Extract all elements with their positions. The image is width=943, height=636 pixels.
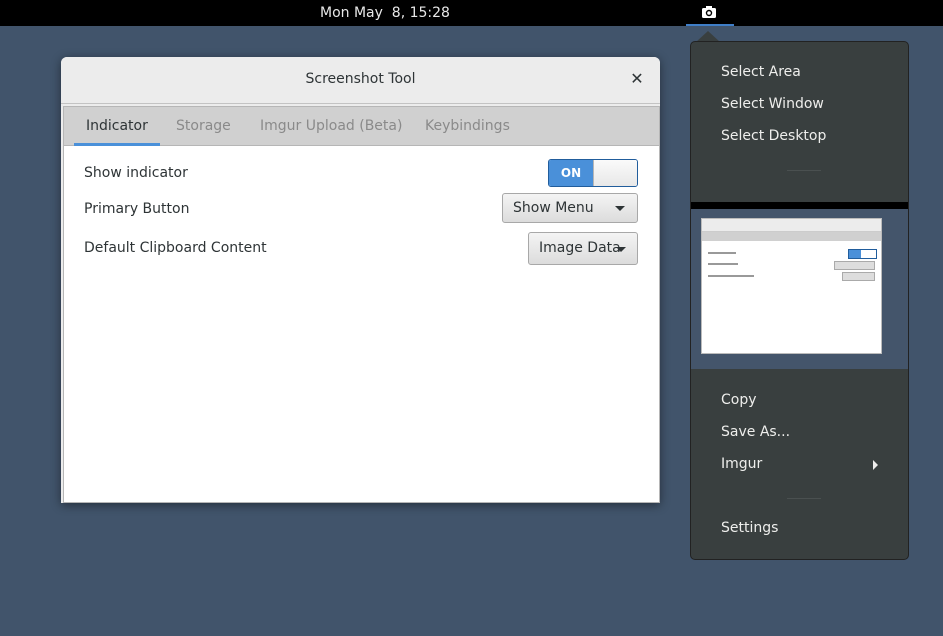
tab-indicator[interactable]: Indicator <box>74 107 160 146</box>
tab-storage[interactable]: Storage <box>164 107 243 145</box>
primary-button-label: Primary Button <box>84 201 190 217</box>
preview-title <box>702 219 881 232</box>
close-button[interactable]: ✕ <box>628 70 646 88</box>
chevron-down-icon <box>616 247 626 252</box>
menu-item-imgur[interactable]: Imgur <box>721 456 762 472</box>
submenu-arrow-icon <box>873 460 878 470</box>
menu-item-select-window[interactable]: Select Window <box>721 96 824 112</box>
preview-window-thumbnail <box>701 218 882 354</box>
menu-item-settings[interactable]: Settings <box>721 520 778 536</box>
tab-bar: Indicator Storage Imgur Upload (Beta) Ke… <box>64 107 659 146</box>
primary-button-combo[interactable]: Show Menu <box>502 193 638 223</box>
screenshot-tool-window: Screenshot Tool ✕ Indicator Storage Imgu… <box>61 57 660 503</box>
preview-switch <box>848 249 877 259</box>
window-title: Screenshot Tool <box>305 71 416 87</box>
title-bar[interactable]: Screenshot Tool ✕ <box>61 57 660 104</box>
indicator-menu: Select Area Select Window Select Desktop… <box>690 41 909 560</box>
screenshot-indicator-button[interactable] <box>686 0 734 26</box>
tab-imgur-upload[interactable]: Imgur Upload (Beta) <box>248 107 414 145</box>
menu-separator <box>787 498 821 499</box>
show-indicator-label: Show indicator <box>84 165 188 181</box>
active-indicator-underline <box>686 24 734 26</box>
primary-button-value: Show Menu <box>513 200 594 216</box>
menu-item-select-area[interactable]: Select Area <box>721 64 801 80</box>
camera-icon <box>702 6 716 18</box>
top-bar: Mon May 8, 15:28 <box>0 0 943 26</box>
tab-keybindings[interactable]: Keybindings <box>413 107 522 145</box>
preview-line <box>708 263 738 265</box>
settings-notebook: Indicator Storage Imgur Upload (Beta) Ke… <box>63 106 660 503</box>
preview-combo <box>842 272 875 281</box>
close-icon: ✕ <box>630 69 644 88</box>
menu-item-copy[interactable]: Copy <box>721 392 757 408</box>
clipboard-content-combo[interactable]: Image Data <box>528 232 638 265</box>
clipboard-content-value: Image Data <box>539 240 621 256</box>
menu-item-select-desktop[interactable]: Select Desktop <box>721 128 826 144</box>
menu-item-save-as[interactable]: Save As... <box>721 424 790 440</box>
preview-combo <box>834 261 875 270</box>
clipboard-content-label: Default Clipboard Content <box>84 240 267 256</box>
show-indicator-switch[interactable]: ON <box>548 159 638 187</box>
menu-separator <box>787 170 821 171</box>
preview-tabs <box>702 232 881 241</box>
switch-on-label: ON <box>549 160 593 186</box>
preview-line <box>708 252 736 254</box>
preview-top-bar <box>691 202 908 209</box>
screenshot-preview[interactable] <box>691 202 908 369</box>
switch-knob <box>593 160 637 186</box>
chevron-down-icon <box>615 206 625 211</box>
preview-line <box>708 275 754 277</box>
clock[interactable]: Mon May 8, 15:28 <box>320 5 450 21</box>
